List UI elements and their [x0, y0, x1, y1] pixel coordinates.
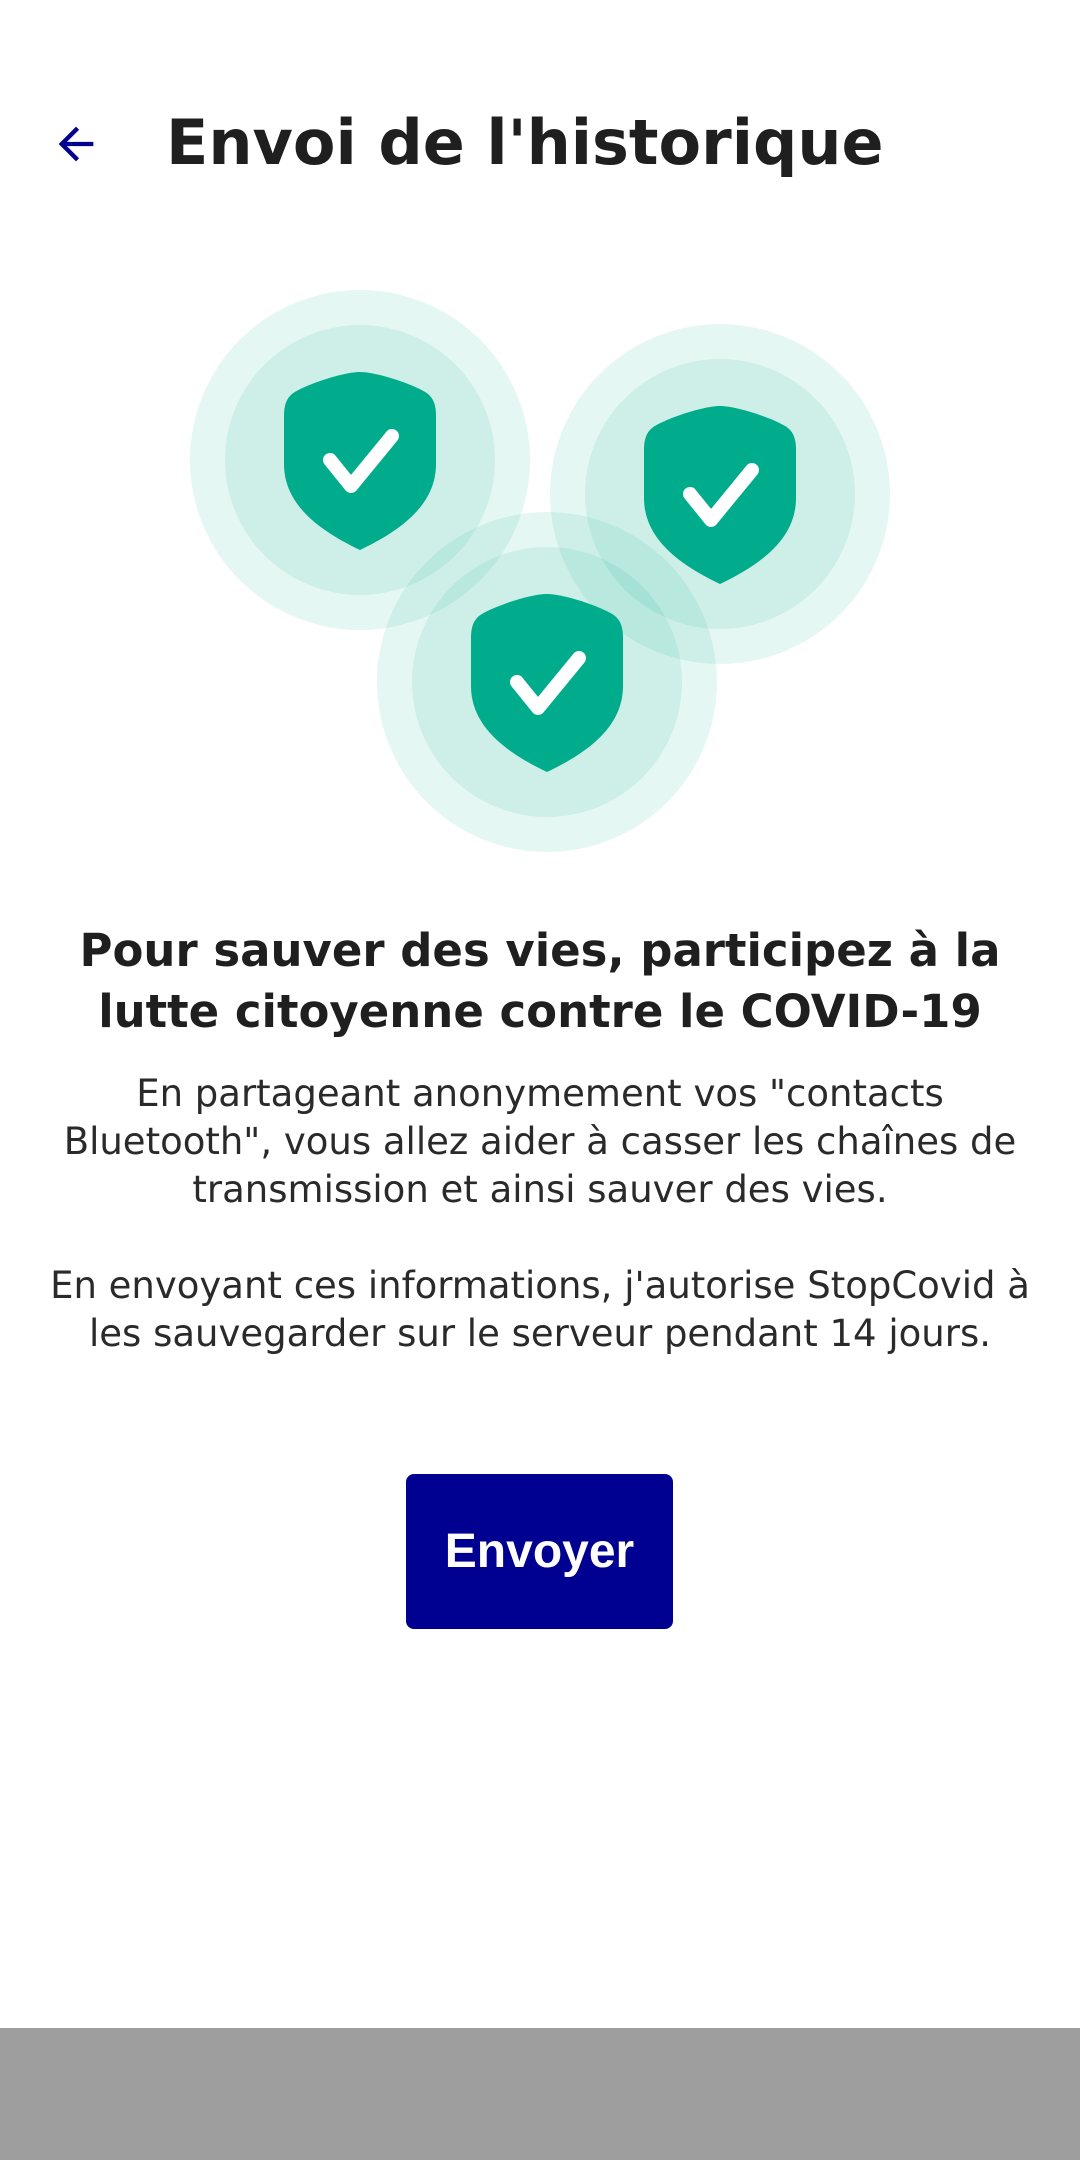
app-bar: Envoi de l'historique: [0, 0, 1080, 282]
consent-paragraph: En envoyant ces informations, j'autorise…: [50, 1264, 1030, 1355]
page-title: Envoi de l'historique: [166, 106, 884, 179]
arrow-left-icon: [58, 126, 94, 162]
explanation-paragraph: En partageant anonymement vos "contacts …: [63, 1072, 1017, 1211]
system-navigation-bar: [0, 2028, 1080, 2160]
headline: Pour sauver des vies, participez à la lu…: [79, 924, 1001, 1038]
shields-illustration: [0, 282, 1080, 862]
back-button[interactable]: [28, 96, 124, 192]
send-button[interactable]: Envoyer: [406, 1474, 673, 1629]
